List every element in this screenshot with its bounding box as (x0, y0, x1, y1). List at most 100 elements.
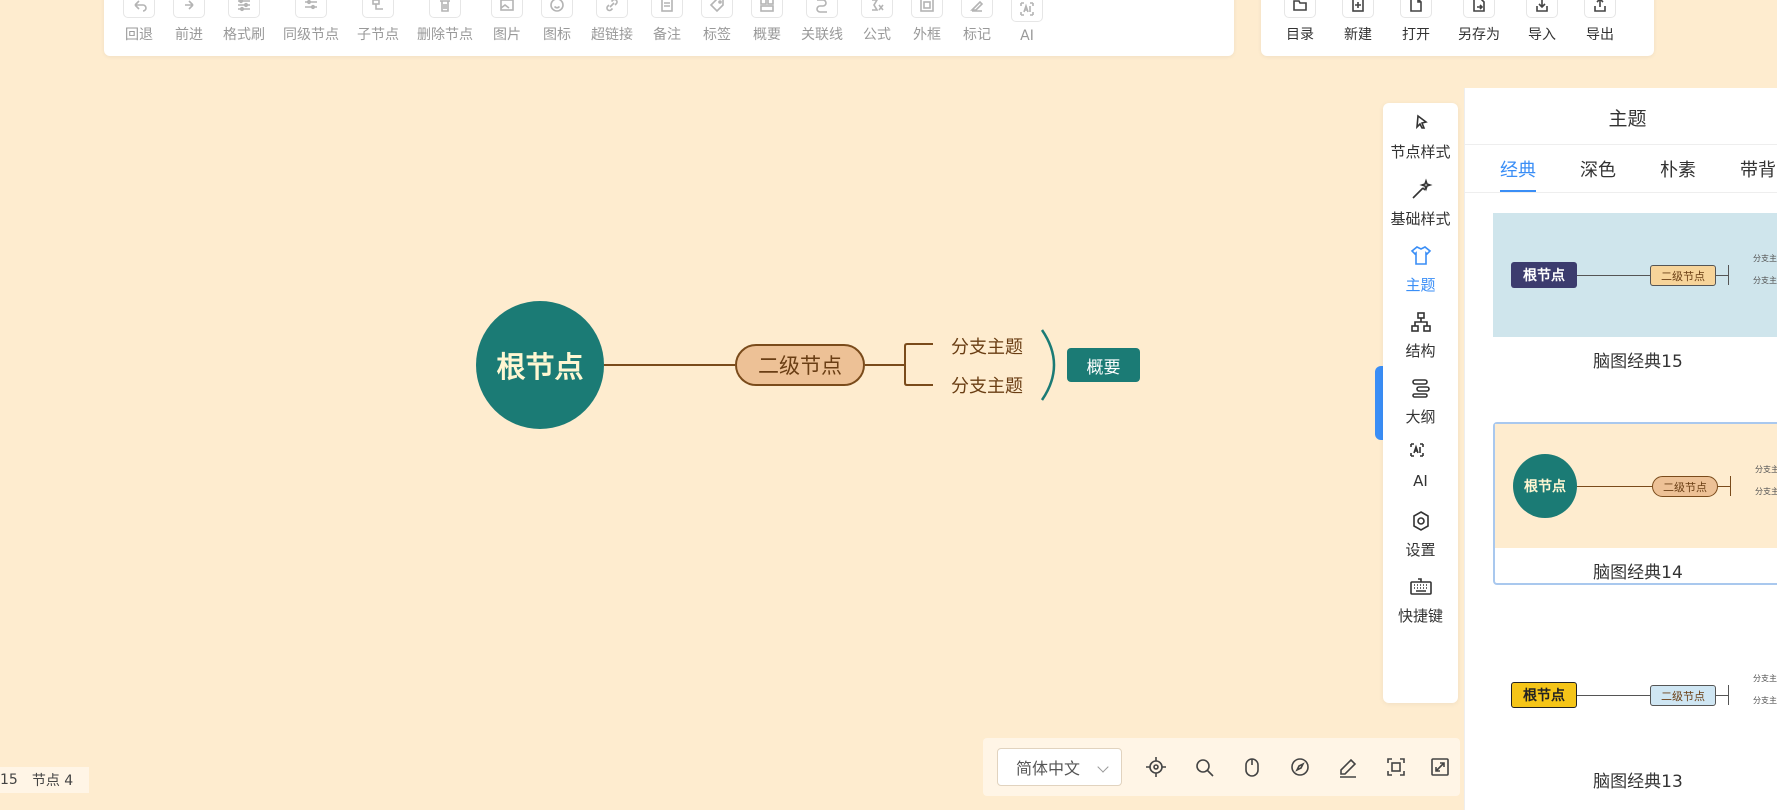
panel-divider (1465, 144, 1777, 145)
theme-card[interactable]: 根节点 二级节点 分支主 分支主 脑图经典13 (1493, 633, 1777, 792)
theme-tabs: 经典 深色 朴素 带背 (1500, 156, 1777, 193)
mindmap-canvas[interactable]: 根节点 二级节点 分支主题 分支主题 概要 (0, 0, 1460, 810)
import-icon (1536, 0, 1548, 12)
tab-simple[interactable]: 朴素 (1660, 156, 1696, 193)
toolbar-icon-box (1584, 0, 1616, 18)
side-nav-label: 节点样式 (1390, 143, 1451, 161)
thumb-root-node: 根节点 (1511, 682, 1577, 708)
tab-dark[interactable]: 深色 (1580, 156, 1616, 193)
edit-button[interactable] (1337, 756, 1359, 778)
thumb-bracket (1728, 685, 1729, 705)
theme-name: 脑图经典14 (1593, 563, 1683, 583)
toolbar-button-import[interactable]: 导入 (1526, 0, 1558, 44)
thumb-connector (1575, 695, 1650, 696)
search-button[interactable] (1193, 756, 1215, 778)
panel-title: 主题 (1608, 108, 1647, 130)
side-nav-shirt[interactable]: 主题 (1383, 244, 1458, 295)
language-value: 简体中文 (1016, 759, 1081, 778)
side-nav-settings[interactable]: 设置 (1383, 509, 1458, 560)
thumb-branch: 分支主 (1755, 465, 1777, 474)
side-nav-label: 快捷键 (1397, 607, 1443, 625)
theme-thumbnail: 根节点 二级节点 分支主 分支主 (1493, 633, 1777, 757)
side-nav-label: 结构 (1405, 342, 1436, 360)
keyboard-icon (1409, 578, 1432, 595)
thumb-second-node: 二级节点 (1650, 265, 1716, 286)
side-nav-label: 大纲 (1405, 408, 1436, 426)
side-nav-structure[interactable]: 结构 (1383, 310, 1458, 361)
toolbar-button-save-as[interactable]: 另存为 (1458, 0, 1500, 44)
save-as-icon (1473, 0, 1485, 12)
settings-icon (1412, 511, 1429, 531)
theme-panel: 主题 经典 深色 朴素 带背 根节点 二级节点 分支主 分支主 脑图经典15 根节点 二级节… (1464, 88, 1777, 810)
thumb-bracket (1728, 265, 1729, 285)
thumb-root-node: 根节点 (1511, 262, 1577, 288)
side-nav-magic-wand[interactable]: 基础样式 (1383, 178, 1458, 229)
compass-button[interactable] (1289, 756, 1311, 778)
magic-wand-icon (1411, 178, 1433, 199)
compass-icon (1291, 758, 1309, 776)
connector-lines (604, 329, 1056, 401)
toolbar-button-label: 导入 (1528, 27, 1556, 43)
bottom-control-bar: 简体中文 (983, 738, 1460, 796)
side-nav-label: 主题 (1405, 276, 1436, 294)
fit-screen-icon (1387, 758, 1405, 776)
chevron-down-icon (1097, 761, 1109, 773)
edit-icon (1340, 758, 1357, 778)
thumb-second-node: 二级节点 (1652, 476, 1718, 497)
toolbar-icon-box (1526, 0, 1558, 18)
side-nav-ai[interactable]: AI (1383, 442, 1458, 490)
thumb-branch: 分支主 (1753, 696, 1777, 705)
branch-node[interactable]: 分支主题 (951, 372, 1023, 398)
theme-thumbnail: 根节点 二级节点 分支主 分支主 (1493, 213, 1777, 337)
thumb-branch: 分支主 (1753, 276, 1777, 285)
locate-icon (1146, 757, 1166, 777)
root-node[interactable]: 根节点 (476, 301, 604, 429)
fit-screen-button[interactable] (1385, 756, 1407, 778)
toolbar-button-label: 导出 (1586, 27, 1614, 43)
thumb-connector (1577, 486, 1652, 487)
search-icon (1196, 759, 1214, 777)
theme-name: 脑图经典13 (1593, 772, 1683, 792)
status-bar: 15 节点 4 (0, 767, 89, 793)
thumb-second-node: 二级节点 (1650, 685, 1716, 706)
thumb-connector (1575, 275, 1650, 276)
theme-card[interactable]: 根节点 二级节点 分支主 分支主 脑图经典15 (1493, 213, 1777, 372)
tab-classic[interactable]: 经典 (1500, 156, 1536, 193)
theme-thumbnail: 根节点 二级节点 分支主 分支主 (1495, 424, 1777, 548)
branch-node[interactable]: 分支主题 (951, 333, 1023, 359)
tabs-divider (1465, 192, 1777, 193)
shirt-icon (1410, 246, 1431, 265)
language-select[interactable]: 简体中文 (997, 748, 1122, 786)
summary-node[interactable]: 概要 (1067, 348, 1140, 382)
thumb-root-node: 根节点 (1513, 454, 1577, 518)
toolbar-button-label: 另存为 (1458, 27, 1500, 43)
fullscreen-icon (1431, 758, 1449, 776)
side-nav-label: 设置 (1405, 541, 1436, 559)
export-icon (1594, 0, 1606, 12)
thumb-branch: 分支主 (1753, 254, 1777, 263)
locate-button[interactable] (1145, 756, 1167, 778)
toolbar-button-export[interactable]: 导出 (1584, 0, 1616, 44)
side-nav-outline[interactable]: 大纲 (1383, 376, 1458, 427)
structure-icon (1410, 312, 1431, 332)
theme-card[interactable]: 根节点 二级节点 分支主 分支主 脑图经典14 (1493, 422, 1777, 585)
mouse-icon (1245, 758, 1259, 777)
thumb-connector (1716, 695, 1728, 696)
panel-toggle-handle[interactable] (1375, 366, 1383, 440)
tab-with-background[interactable]: 带背 (1740, 156, 1776, 193)
thumb-bracket (1730, 476, 1731, 496)
second-level-node[interactable]: 二级节点 (735, 344, 865, 386)
thumb-connector (1718, 486, 1730, 487)
fullscreen-button[interactable] (1429, 756, 1451, 778)
node-style-icon (1415, 114, 1428, 130)
word-count: 15 (0, 772, 18, 788)
summary-bracket (1040, 329, 1056, 401)
branch-connector (865, 343, 933, 386)
side-nav-keyboard[interactable]: 快捷键 (1383, 575, 1458, 626)
outline-icon (1411, 379, 1430, 398)
theme-name: 脑图经典15 (1593, 352, 1683, 372)
ai-icon (1409, 443, 1424, 457)
mouse-button[interactable] (1241, 756, 1263, 778)
side-nav-node-style[interactable]: 节点样式 (1383, 111, 1458, 162)
thumb-branch: 分支主 (1755, 487, 1777, 496)
